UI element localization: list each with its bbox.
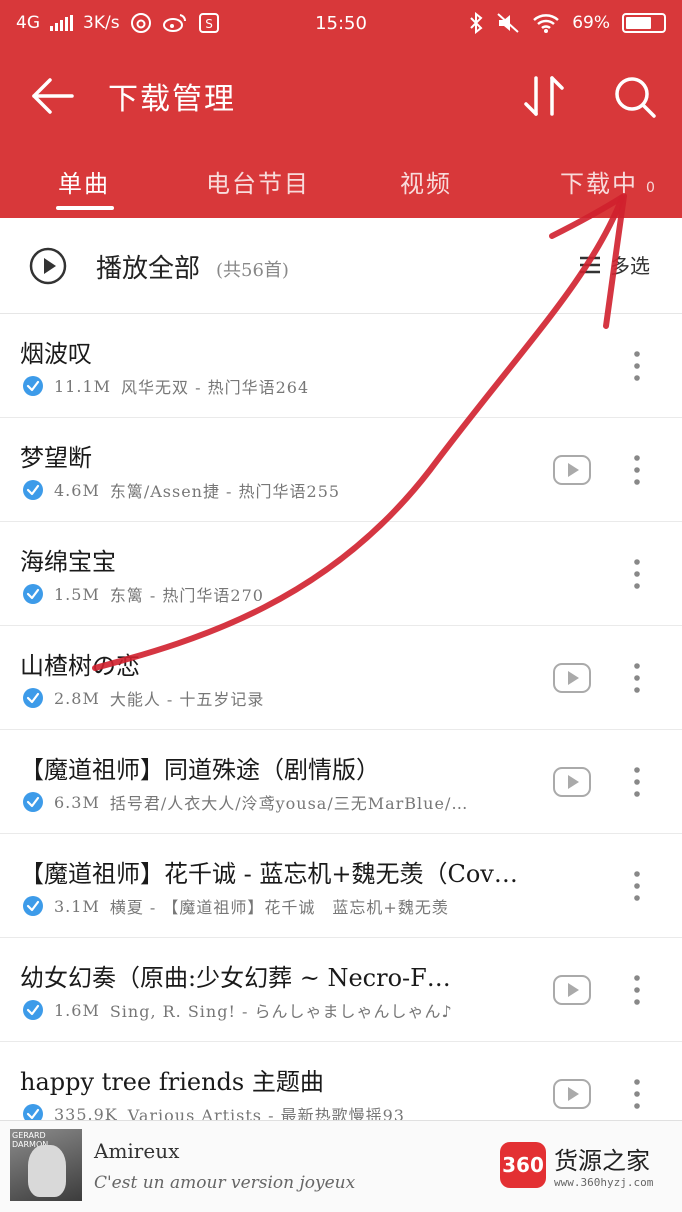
song-size: 4.6M <box>54 480 100 500</box>
mv-play-icon[interactable] <box>552 766 592 798</box>
mv-play-icon[interactable] <box>552 662 592 694</box>
network-type: 4G <box>16 13 40 33</box>
tab-video[interactable]: 视频 <box>400 164 452 199</box>
page-title: 下载管理 <box>108 82 236 117</box>
song-row[interactable]: 烟波叹 11.1M 风华无双 - 热门华语264 <box>0 314 682 418</box>
song-size: 6.3M <box>54 792 100 812</box>
downloaded-check-icon <box>23 376 43 396</box>
song-size: 1.6M <box>54 1000 100 1020</box>
song-title: 山楂树の恋 <box>20 652 140 680</box>
tab-single[interactable]: 单曲 <box>58 164 110 199</box>
song-title: 烟波叹 <box>20 340 92 368</box>
downloaded-check-icon <box>23 1000 43 1020</box>
play-all-button[interactable]: 播放全部 <box>96 248 200 285</box>
downloaded-check-icon <box>23 688 43 708</box>
song-title: 【魔道祖师】同道殊途（剧情版） <box>20 756 380 784</box>
downloaded-check-icon <box>23 792 43 812</box>
app-s-icon: S <box>198 13 219 33</box>
song-count: (共56首) <box>216 260 289 281</box>
song-artist-album: 大能人 - 十五岁记录 <box>109 690 265 709</box>
more-options-icon[interactable] <box>626 556 648 592</box>
mv-play-icon[interactable] <box>552 1078 592 1110</box>
song-row[interactable]: 【魔道祖师】同道殊途（剧情版） 6.3M 括号君/人衣大人/泠鸢yousa/三无Ma… <box>0 730 682 834</box>
more-options-icon[interactable] <box>626 1076 648 1112</box>
tab-downloading[interactable]: 下载中 <box>560 164 638 199</box>
watermark-name: 货源之家 <box>554 1147 650 1175</box>
more-options-icon[interactable] <box>626 660 648 696</box>
downloaded-check-icon <box>23 584 43 604</box>
song-list: 烟波叹 11.1M 风华无双 - 热门华语264 梦望断 4.6M 东篱/Assen捷 -… <box>0 314 682 1146</box>
tab-radio[interactable]: 电台节目 <box>206 164 310 199</box>
bluetooth-icon <box>470 12 483 34</box>
song-row[interactable]: 【魔道祖师】花千诚 - 蓝忘机+魏无羡（Cov… 3.1M 横夏 - 【魔道祖师】花… <box>0 834 682 938</box>
mv-play-icon[interactable] <box>552 974 592 1006</box>
album-cover[interactable]: GERARD DARMON <box>10 1129 82 1201</box>
song-title: 【魔道祖师】花千诚 - 蓝忘机+魏无羡（Cov… <box>20 860 518 888</box>
netease-icon <box>130 13 151 33</box>
more-options-icon[interactable] <box>626 764 648 800</box>
signal-icon <box>50 15 73 31</box>
song-title: 幼女幻奏（原曲:少女幻葬 ~ Necro-F… <box>20 964 451 992</box>
song-artist-album: 风华无双 - 热门华语264 <box>121 378 310 397</box>
song-row[interactable]: 幼女幻奏（原曲:少女幻葬 ~ Necro-F… 1.6M Sing, R. Sing… <box>0 938 682 1042</box>
weibo-icon <box>162 14 186 32</box>
status-bar: 4G 3K/s S 15:50 69% <box>0 0 682 46</box>
svg-text:S: S <box>205 17 213 31</box>
song-title: 梦望断 <box>20 444 92 472</box>
watermark-logo: 360 <box>500 1142 546 1188</box>
song-row[interactable]: 海绵宝宝 1.5M 东篱 - 热门华语270 <box>0 522 682 626</box>
song-row[interactable]: 梦望断 4.6M 东篱/Assen捷 - 热门华语255 <box>0 418 682 522</box>
downloading-count-badge: 0 <box>646 180 655 196</box>
tab-indicator <box>56 206 114 210</box>
song-artist-album: Sing, R. Sing! - らんしゃましゃんしゃん♪ <box>109 1002 453 1021</box>
song-title: happy tree friends 主题曲 <box>20 1068 324 1096</box>
mv-play-icon[interactable] <box>552 454 592 486</box>
wifi-icon <box>533 14 560 33</box>
play-all-bar: 播放全部 (共56首) 多选 <box>0 218 682 314</box>
more-options-icon[interactable] <box>626 972 648 1008</box>
back-arrow-icon[interactable] <box>28 74 76 118</box>
battery-icon <box>622 13 666 33</box>
app-header: 4G 3K/s S 15:50 69% 下载管理 单曲 电台节目 视频 下载中 … <box>0 0 682 218</box>
watermark: 360 货源之家 www.360hyzj.com <box>500 1141 653 1189</box>
toolbar: 下载管理 <box>0 56 682 136</box>
multiselect-label: 多选 <box>610 254 650 278</box>
song-title: 海绵宝宝 <box>20 548 116 576</box>
cover-portrait <box>28 1145 66 1197</box>
now-playing-subtitle: C'est un amour version joyeux <box>94 1173 356 1193</box>
play-all-icon[interactable] <box>28 246 68 286</box>
list-icon <box>580 256 600 273</box>
watermark-url: www.360hyzj.com <box>554 1176 654 1189</box>
sort-icon[interactable] <box>520 74 570 118</box>
now-playing-title: Amireux <box>94 1139 180 1163</box>
song-artist-album: 横夏 - 【魔道祖师】花千诚 蓝忘机+魏无羡 <box>109 898 449 917</box>
song-artist-album: 东篱 - 热门华语270 <box>109 586 264 605</box>
song-size: 3.1M <box>54 896 100 916</box>
downloaded-check-icon <box>23 896 43 916</box>
battery-percent: 69% <box>572 13 610 33</box>
song-artist-album: 东篱/Assen捷 - 热门华语255 <box>109 482 341 501</box>
multiselect-button[interactable]: 多选 <box>578 250 650 279</box>
network-speed: 3K/s <box>83 13 120 33</box>
song-artist-album: 括号君/人衣大人/泠鸢yousa/三无MarBlue/… <box>109 794 469 813</box>
search-icon[interactable] <box>608 72 662 120</box>
more-options-icon[interactable] <box>626 348 648 384</box>
song-row[interactable]: 山楂树の恋 2.8M 大能人 - 十五岁记录 <box>0 626 682 730</box>
tab-bar: 单曲 电台节目 视频 下载中 <box>0 150 682 218</box>
now-playing-bar[interactable]: GERARD DARMON Amireux C'est un amour ver… <box>0 1120 682 1212</box>
mute-icon <box>497 13 519 33</box>
downloaded-check-icon <box>23 480 43 500</box>
song-size: 1.5M <box>54 584 100 604</box>
song-size: 11.1M <box>54 376 112 396</box>
more-options-icon[interactable] <box>626 868 648 904</box>
more-options-icon[interactable] <box>626 452 648 488</box>
song-size: 2.8M <box>54 688 100 708</box>
